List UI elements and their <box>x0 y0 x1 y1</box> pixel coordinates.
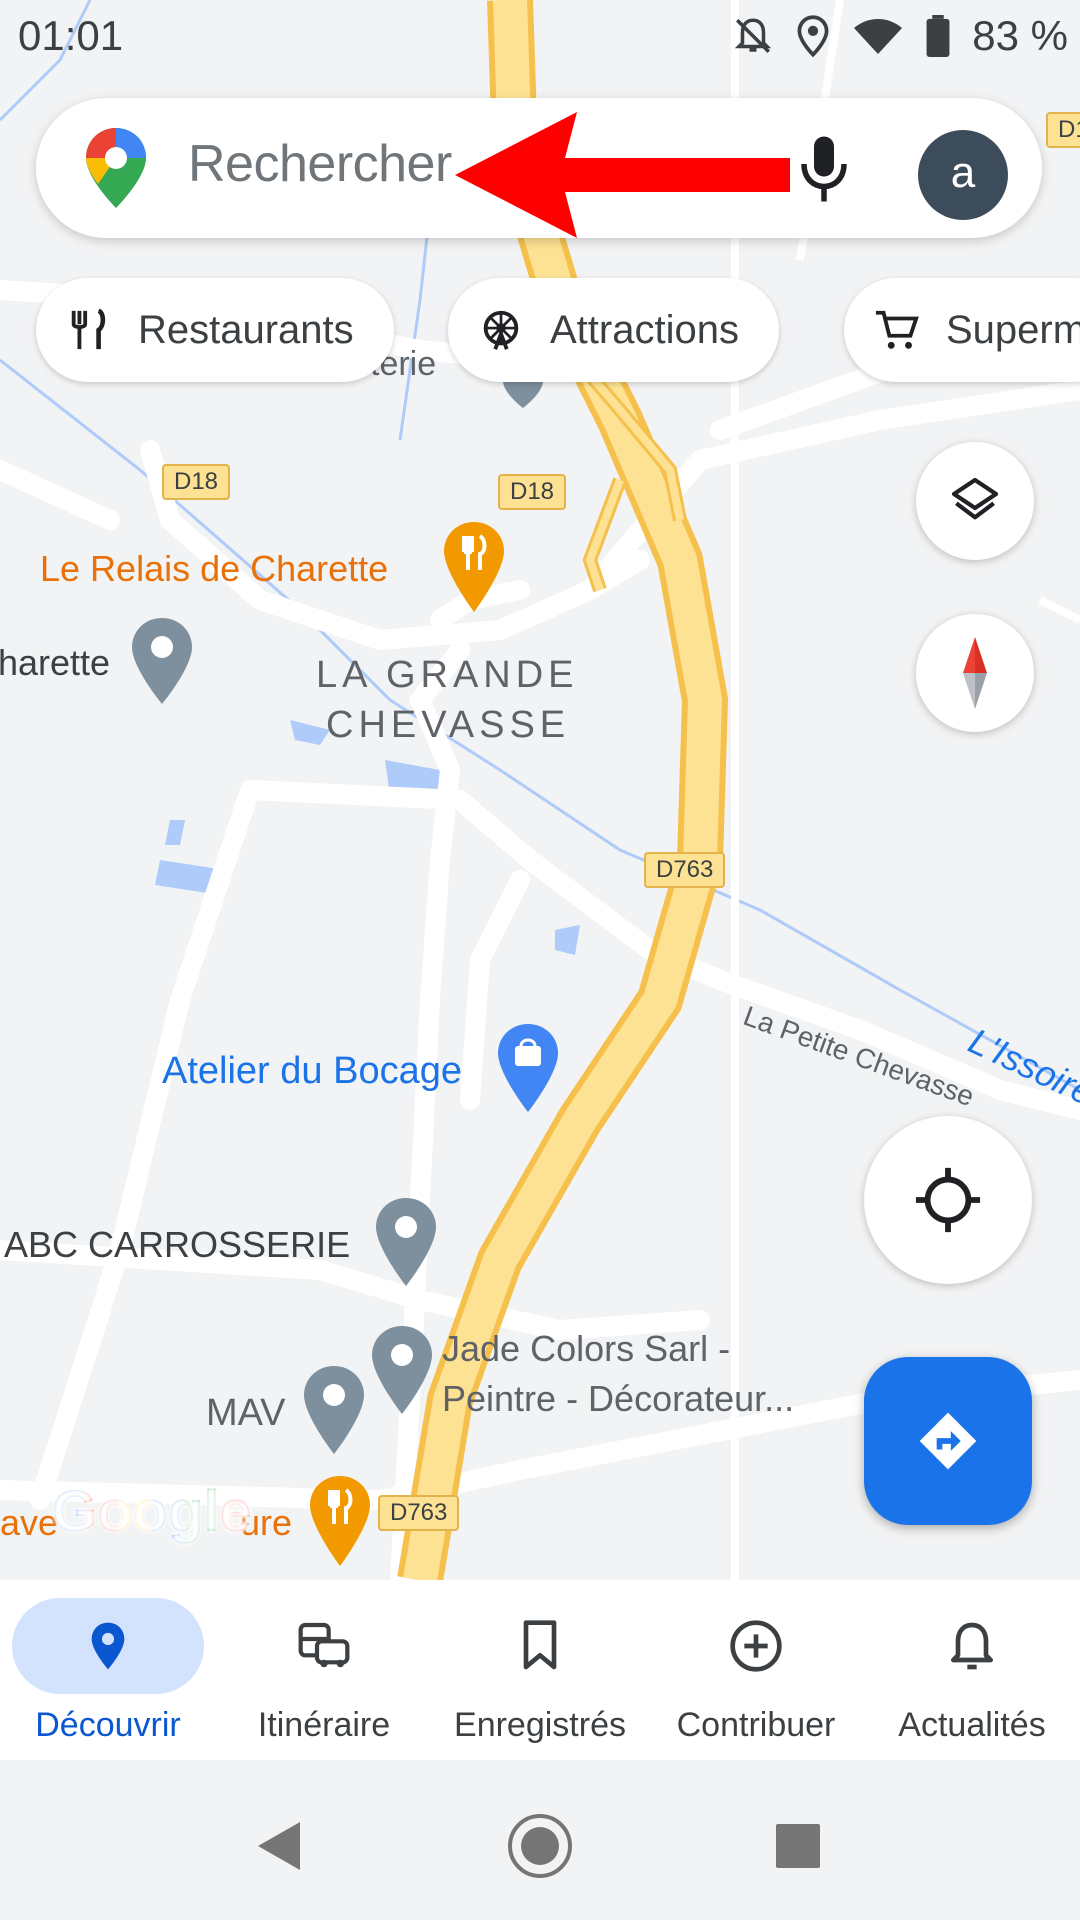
road-shield-d763: D763 <box>378 1495 460 1531</box>
map-pin-icon[interactable] <box>376 1198 436 1286</box>
directions-icon <box>919 1412 977 1470</box>
bell-icon <box>951 1622 993 1670</box>
chip-label: Restaurants <box>138 307 354 352</box>
microphone-icon[interactable] <box>794 134 854 204</box>
shopping-bag-pin-icon[interactable] <box>498 1024 558 1112</box>
chip-attractions[interactable]: Attractions <box>448 278 779 382</box>
annotation-arrow-icon <box>455 112 790 238</box>
chip-label: Superm <box>946 307 1080 352</box>
nav-label: Contribuer <box>676 1706 836 1744</box>
map-label-grande-chevasse: CHEVASSE <box>326 704 571 746</box>
nav-discover[interactable]: Découvrir <box>0 1580 216 1760</box>
shopping-cart-icon <box>875 310 919 349</box>
ferris-wheel-icon <box>483 310 519 350</box>
chip-supermarkets[interactable]: Superm <box>844 278 1080 382</box>
map-label-relais[interactable]: Le Relais de Charette <box>40 548 388 590</box>
bottom-navigation: Découvrir Itinéraire Enregistrés Contrib… <box>0 1580 1080 1760</box>
map-label-bottom-left[interactable]: ave <box>0 1502 58 1544</box>
chip-restaurants[interactable]: Restaurants <box>36 278 394 382</box>
restaurant-pin-icon[interactable] <box>310 1476 370 1566</box>
nav-itinerary[interactable]: Itinéraire <box>216 1580 432 1760</box>
commute-icon <box>298 1622 350 1668</box>
bookmark-icon <box>523 1620 557 1670</box>
road-shield-d18: D18 <box>162 464 231 500</box>
map-label-mav[interactable]: MAV <box>206 1392 286 1435</box>
map-label-jade-colors[interactable]: Jade Colors Sarl - <box>442 1328 730 1370</box>
google-attribution-text: Google <box>52 1479 252 1544</box>
wifi-icon <box>854 19 903 54</box>
status-icons: 83 % <box>732 12 1068 60</box>
nav-label: Découvrir <box>35 1706 181 1744</box>
map-pin-icon[interactable] <box>304 1366 364 1454</box>
status-time: 01:01 <box>18 12 124 59</box>
map-label-grande-chevasse: LA GRANDE <box>316 654 579 696</box>
map-pin-icon[interactable] <box>132 618 192 704</box>
map-label-atelier[interactable]: Atelier du Bocage <box>162 1050 462 1093</box>
my-location-button[interactable] <box>864 1116 1032 1284</box>
restaurant-pin-icon[interactable] <box>444 522 504 612</box>
search-input[interactable]: Rechercher <box>188 134 452 194</box>
status-bar: 01:01 83 % <box>0 0 1080 80</box>
location-icon <box>797 15 829 57</box>
road-shield-d18: D18 <box>498 474 567 510</box>
crosshair-icon <box>915 1167 981 1233</box>
map-label-abc-carrosserie[interactable]: ABC CARROSSERIE <box>4 1224 350 1266</box>
nav-saved[interactable]: Enregistrés <box>432 1580 648 1760</box>
compass-icon <box>963 637 987 709</box>
google-maps-logo-icon <box>86 128 146 208</box>
compass-button[interactable] <box>916 614 1034 732</box>
recents-icon[interactable] <box>774 1822 822 1870</box>
location-pin-icon <box>91 1622 125 1670</box>
road-shield-d763: D763 <box>644 852 726 888</box>
google-attribution: Google <box>52 1478 252 1545</box>
map-label-jade-colors[interactable]: Peintre - Décorateur... <box>442 1378 794 1420</box>
nav-contribute[interactable]: Contribuer <box>648 1580 864 1760</box>
chip-label: Attractions <box>550 307 739 352</box>
nav-label: Actualités <box>898 1706 1046 1744</box>
road-shield-d1: D1 <box>1046 112 1080 148</box>
nav-label: Itinéraire <box>257 1706 391 1744</box>
nav-label: Enregistrés <box>454 1706 626 1744</box>
fork-knife-icon <box>71 308 106 350</box>
home-icon[interactable] <box>506 1812 574 1880</box>
avatar[interactable]: a <box>918 130 1008 220</box>
battery-icon <box>926 15 950 57</box>
battery-percent: 83 % <box>972 12 1068 59</box>
layers-icon <box>951 477 999 520</box>
nav-updates[interactable]: Actualités <box>864 1580 1080 1760</box>
notifications-off-icon <box>735 18 772 53</box>
map-pin-icon[interactable] <box>372 1326 432 1414</box>
back-icon[interactable] <box>254 1820 302 1872</box>
system-navigation-bar <box>0 1760 1080 1920</box>
add-circle-icon <box>730 1620 782 1672</box>
map-label-charette[interactable]: harette <box>0 642 110 684</box>
directions-fab[interactable] <box>864 1357 1032 1525</box>
layers-button[interactable] <box>916 442 1034 560</box>
